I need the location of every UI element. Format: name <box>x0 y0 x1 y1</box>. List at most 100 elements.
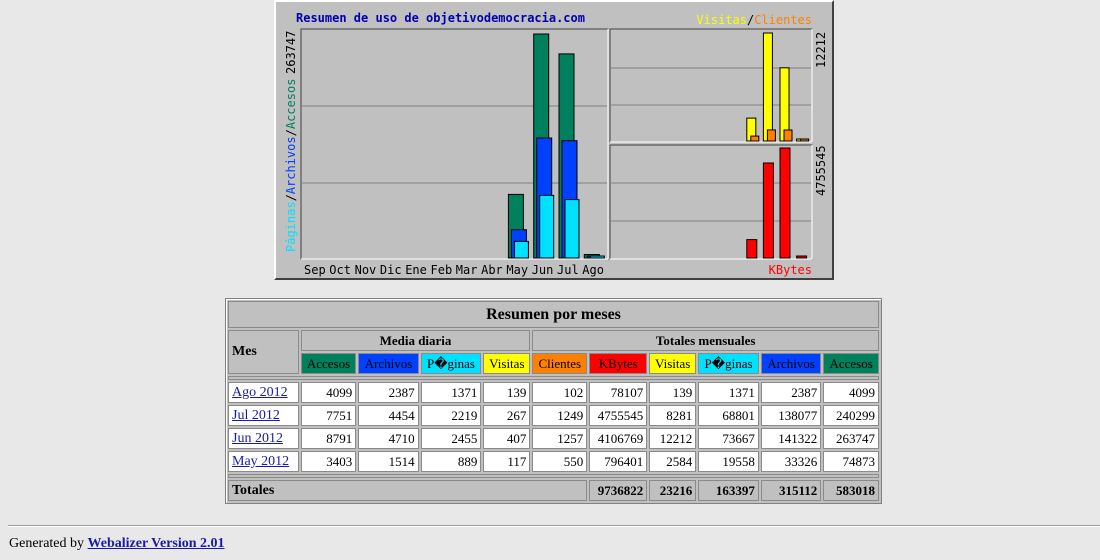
cell-visitas: 2584 <box>649 451 697 472</box>
cell-daily-archivos: 4454 <box>358 405 419 426</box>
month-label-feb: Feb <box>431 263 453 277</box>
cell-kbytes: 4106769 <box>589 428 648 449</box>
table-title-row: Resumen por meses <box>228 301 879 328</box>
monthly-summary-table: Resumen por meses Mes Media diaria Total… <box>225 298 882 504</box>
total-accesos: 583018 <box>823 480 879 501</box>
month-label-ene: Ene <box>405 263 427 277</box>
bar-clientes-jul <box>783 129 793 142</box>
bar-clientes-may <box>750 135 760 142</box>
month-label-dic: Dic <box>380 263 402 277</box>
cell-daily-accesos: 4099 <box>300 382 357 403</box>
group-header-row: Mes Media diaria Totales mensuales <box>228 330 879 374</box>
bar-kbytes-ago <box>796 255 808 259</box>
col-paginas: P�ginas <box>698 353 759 374</box>
month-cell: Ago 2012 <box>228 382 299 403</box>
chart-title: Resumen de uso de objetivodemocracia.com <box>296 11 585 25</box>
bar-clientes-jun <box>766 129 776 142</box>
total-kbytes: 9736822 <box>589 480 648 501</box>
bar-clientes-ago <box>800 138 810 142</box>
usage-chart-svg: Resumen de uso de objetivodemocracia.com… <box>284 11 828 277</box>
webalizer-link[interactable]: Webalizer Version 2.01 <box>88 536 225 551</box>
cell-paginas: 73667 <box>698 428 759 449</box>
legend-archivos: Archivos <box>284 136 298 194</box>
cell-daily-archivos: 4710 <box>358 428 419 449</box>
cell-daily-paginas: 1371 <box>420 382 482 403</box>
month-label-may: May <box>506 263 528 277</box>
month-link[interactable]: May 2012 <box>232 454 289 469</box>
month-label-jun: Jun <box>532 263 554 277</box>
cell-archivos: 2387 <box>760 382 822 403</box>
legend-sep-2: / <box>284 129 298 136</box>
col-daily-accesos: Accesos <box>300 353 357 374</box>
col-daily-paginas: P�ginas <box>420 353 482 374</box>
table-title: Resumen por meses <box>228 301 879 328</box>
cell-clientes: 1257 <box>532 428 588 449</box>
monthly-totals-header: Totales mensuales <box>532 330 879 351</box>
cell-daily-paginas: 2219 <box>420 405 482 426</box>
month-link[interactable]: Jun 2012 <box>232 431 283 446</box>
total-archivos: 315112 <box>760 480 822 501</box>
cell-accesos: 74873 <box>823 451 879 472</box>
table-row: Ago 2012 4099 2387 1371 139 102 78107 13… <box>228 382 879 403</box>
cell-daily-paginas: 889 <box>420 451 482 472</box>
col-kbytes: KBytes <box>589 353 648 374</box>
cell-accesos: 263747 <box>823 428 879 449</box>
total-paginas: 163397 <box>698 480 759 501</box>
cell-paginas: 1371 <box>698 382 759 403</box>
legend-sep-1: / <box>284 194 298 201</box>
totals-row: Totales 9736822 23216 163397 315112 5830… <box>228 480 879 501</box>
col-daily-visitas: Visitas <box>483 353 531 374</box>
bar-paginas-jul <box>564 199 580 259</box>
mes-header: Mes <box>228 330 299 374</box>
right-bottom-max-label: 4755545 <box>814 145 828 196</box>
column-header-row: Accesos Archivos P�ginas Visitas Cliente… <box>228 353 879 374</box>
month-link[interactable]: Ago 2012 <box>232 385 288 400</box>
cell-kbytes: 78107 <box>589 382 648 403</box>
legend-accesos: Accesos <box>284 79 298 130</box>
month-label-nov: Nov <box>355 263 377 277</box>
cell-daily-visitas: 117 <box>483 451 531 472</box>
cell-visitas: 139 <box>649 382 697 403</box>
bar-paginas-may <box>513 240 529 259</box>
cell-clientes: 1249 <box>532 405 588 426</box>
bar-kbytes-jun <box>762 162 774 259</box>
cell-archivos: 33326 <box>760 451 822 472</box>
legend-kbytes: KBytes <box>769 263 812 277</box>
left-max-label: 263747 <box>284 31 298 74</box>
cell-visitas: 12212 <box>649 428 697 449</box>
legend-clientes: Clientes <box>754 13 812 27</box>
col-accesos: Accesos <box>823 353 879 374</box>
month-link[interactable]: Jul 2012 <box>232 408 280 423</box>
cell-archivos: 138077 <box>760 405 822 426</box>
cell-clientes: 102 <box>532 382 588 403</box>
totals-label: Totales <box>228 480 588 501</box>
table-row: Jun 2012 8791 4710 2455 407 1257 4106769… <box>228 428 879 449</box>
cell-daily-visitas: 267 <box>483 405 531 426</box>
month-cell: Jun 2012 <box>228 428 299 449</box>
left-axis-legend: Páginas/Archivos/Accesos <box>284 79 298 252</box>
legend-sep: / <box>747 13 754 27</box>
right-top-max-label: 12212 <box>814 32 828 68</box>
col-clientes: Clientes <box>532 353 588 374</box>
month-label-abr: Abr <box>481 263 503 277</box>
cell-daily-visitas: 407 <box>483 428 531 449</box>
month-label-ago: Ago <box>582 263 604 277</box>
bar-visitas-jun <box>762 32 773 142</box>
separator-cell <box>228 376 879 380</box>
legend-visitas: Visitas <box>696 13 747 27</box>
table-row: Jul 2012 7751 4454 2219 267 1249 4755545… <box>228 405 879 426</box>
footer-prefix: Generated by <box>9 536 85 551</box>
cell-daily-archivos: 2387 <box>358 382 419 403</box>
bar-kbytes-may <box>746 239 758 259</box>
separator-row <box>228 474 879 478</box>
cell-daily-paginas: 2455 <box>420 428 482 449</box>
bar-kbytes-jul <box>779 147 791 259</box>
cell-accesos: 240299 <box>823 405 879 426</box>
legend-top: Visitas/Clientes <box>696 13 812 27</box>
footer-divider <box>8 525 1100 527</box>
cell-kbytes: 796401 <box>589 451 648 472</box>
cell-daily-accesos: 7751 <box>300 405 357 426</box>
cell-daily-visitas: 139 <box>483 382 531 403</box>
separator-row <box>228 376 879 380</box>
total-visitas: 23216 <box>649 480 697 501</box>
